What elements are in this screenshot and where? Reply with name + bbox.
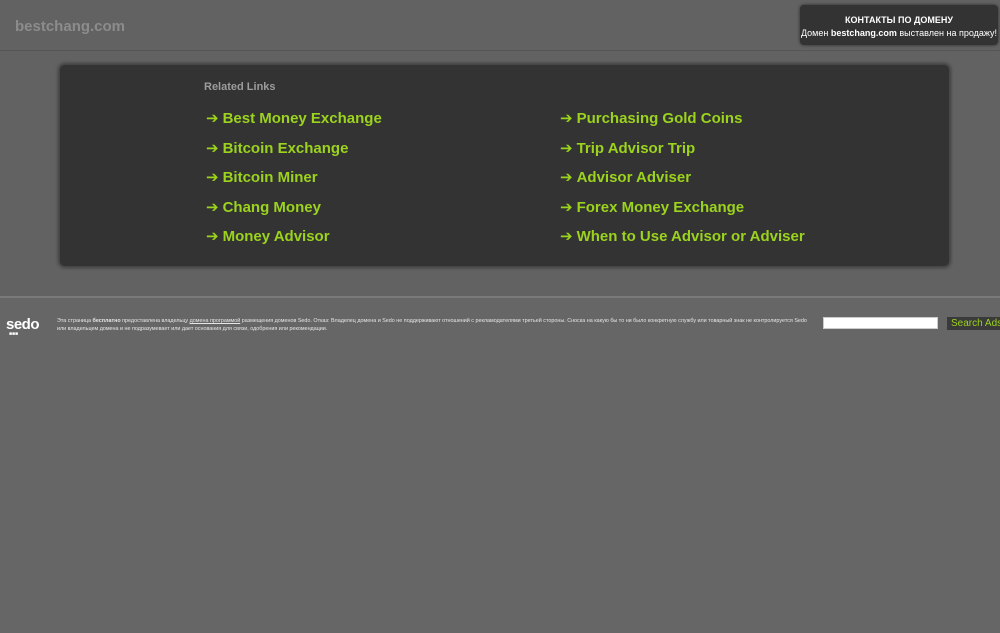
related-link[interactable]: ➔ When to Use Advisor or Adviser <box>560 227 900 257</box>
arrow-right-icon: ➔ <box>206 228 219 245</box>
related-links-panel: Related Links ➔ Best Money Exchange ➔ Bitc… <box>60 65 949 266</box>
sedo-logo-dots: ■■■ <box>9 331 19 337</box>
related-link-label: Best Money Exchange <box>222 110 382 127</box>
contact-domain: bestchang.com <box>830 28 897 38</box>
contact-box[interactable]: КОНТАКТЫ ПО ДОМЕНУ Домен bestchang.com в… <box>800 5 998 45</box>
disclaimer-part1: Эта страница <box>57 318 92 324</box>
related-links-left-column: ➔ Best Money Exchange ➔ Bitcoin Exchange ➔… <box>206 109 546 257</box>
arrow-right-icon: ➔ <box>560 169 573 186</box>
related-link-label: When to Use Advisor or Adviser <box>576 228 805 245</box>
arrow-right-icon: ➔ <box>560 110 573 127</box>
related-links-right-column: ➔ Purchasing Gold Coins ➔ Trip Advisor Tri… <box>560 109 900 257</box>
sedo-logo[interactable]: sedo ■■■ <box>6 316 40 337</box>
contact-prefix: Домен <box>800 28 829 38</box>
related-link[interactable]: ➔ Trip Advisor Trip <box>560 139 900 169</box>
domain-title: bestchang.com <box>15 18 126 35</box>
related-link[interactable]: ➔ Best Money Exchange <box>206 109 546 139</box>
contact-title[interactable]: КОНТАКТЫ ПО ДОМЕНУ <box>800 15 998 25</box>
related-link-label: Trip Advisor Trip <box>576 139 696 157</box>
footer: sedo ■■■ Эта страница бесплатно предоста… <box>0 296 1000 633</box>
arrow-right-icon: ➔ <box>560 139 573 157</box>
related-link-label: Advisor Adviser <box>576 169 692 186</box>
disclaimer-part2: предоставлена владельцу <box>122 318 189 324</box>
related-link[interactable]: ➔ Bitcoin Exchange <box>206 139 546 169</box>
related-links-heading: Related Links <box>204 81 276 93</box>
disclaimer-bold: бесплатно <box>92 318 121 324</box>
arrow-right-icon: ➔ <box>560 198 573 216</box>
header: bestchang.com КОНТАКТЫ ПО ДОМЕНУ Домен b… <box>0 0 1000 51</box>
arrow-right-icon: ➔ <box>206 169 219 186</box>
related-link-label: Money Advisor <box>222 228 330 245</box>
contact-suffix: выставлен на продажу! <box>899 28 998 38</box>
related-link-label: Bitcoin Exchange <box>222 139 349 157</box>
related-link-label: Forex Money Exchange <box>576 198 745 216</box>
disclaimer-link[interactable]: домена программой <box>190 318 241 324</box>
disclaimer-text: Эта страница бесплатно предоставлена вла… <box>57 317 817 333</box>
related-link-label: Purchasing Gold Coins <box>576 110 743 127</box>
contact-text: Домен bestchang.com выставлен на продажу… <box>800 28 998 38</box>
arrow-right-icon: ➔ <box>560 228 573 245</box>
arrow-right-icon: ➔ <box>206 198 219 216</box>
related-link[interactable]: ➔ Chang Money <box>206 198 546 228</box>
related-link[interactable]: ➔ Forex Money Exchange <box>560 198 900 228</box>
related-link[interactable]: ➔ Money Advisor <box>206 227 546 257</box>
related-link[interactable]: ➔ Bitcoin Miner <box>206 168 546 198</box>
search-ads-button[interactable]: Search Ads <box>947 317 1000 330</box>
arrow-right-icon: ➔ <box>206 139 219 157</box>
related-link-label: Bitcoin Miner <box>222 169 318 186</box>
related-link[interactable]: ➔ Purchasing Gold Coins <box>560 109 900 139</box>
related-link[interactable]: ➔ Advisor Adviser <box>560 168 900 198</box>
arrow-right-icon: ➔ <box>206 110 219 127</box>
related-link-label: Chang Money <box>222 198 321 216</box>
search-input[interactable] <box>823 317 938 329</box>
